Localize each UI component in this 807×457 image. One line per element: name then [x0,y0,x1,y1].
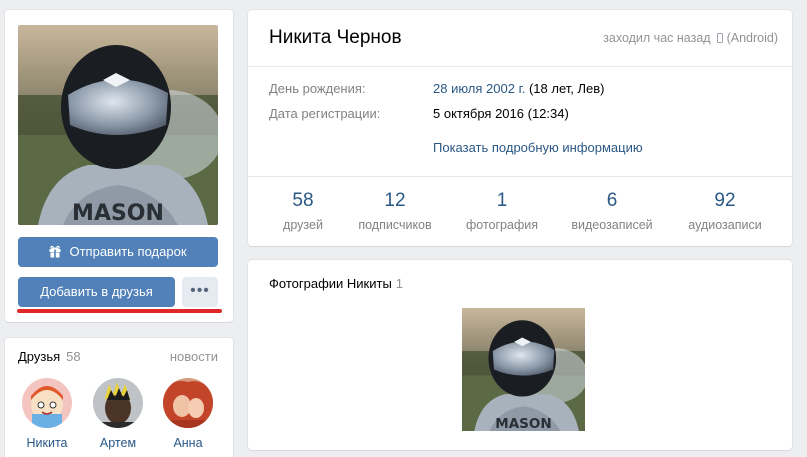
birthday-value: 28 июля 2002 г. (18 лет, Лев) [433,81,605,96]
counter-label: видеозаписей [571,218,653,232]
photos-title: Фотографии Никиты [269,276,392,291]
add-friend-button[interactable]: Добавить в друзья [18,277,175,307]
counter-value: 1 [496,190,508,211]
photos-count: 1 [395,276,404,291]
svg-text:MASON: MASON [72,201,164,225]
counter-label: подписчиков [358,218,432,232]
online-status-text: заходил час назад [603,31,711,45]
friend-name: Никита [26,436,68,450]
friend-avatar [93,378,143,428]
photos-header[interactable]: Фотографии Никиты 1 [269,276,403,291]
more-actions-button[interactable]: ••• [182,277,218,307]
send-gift-label: Отправить подарок [69,244,187,259]
counter-audio[interactable]: 92 аудиозаписи [678,190,772,232]
counter-label: друзей [283,218,323,232]
counter-photos[interactable]: 1 фотография [458,190,546,232]
counter-value: 58 [292,190,314,211]
counter-label: аудиозаписи [688,218,762,232]
profile-avatar[interactable]: MASON [18,25,218,225]
friend-name: Артем [99,436,137,450]
friend-item[interactable]: Артем [88,378,148,450]
friend-item[interactable]: Анна [158,378,218,450]
friend-avatar [22,378,72,428]
friend-item[interactable]: Никита [17,378,77,450]
counter-subscribers[interactable]: 12 подписчиков [350,190,440,232]
friends-count: 58 [66,349,81,364]
friend-avatar [163,378,213,428]
avatar-card: MASON Отправить подарок Добавить в друзь… [5,10,233,322]
friend-name: Анна [173,436,203,450]
header-divider [248,66,792,67]
photos-card: Фотографии Никиты 1 MASON [248,260,792,450]
friends-header[interactable]: Друзья 58 [18,349,81,364]
profile-name: Никита Чернов [269,27,402,48]
avatar-image: MASON [18,25,218,225]
counter-value: 92 [714,190,736,211]
counter-videos[interactable]: 6 видеозаписей [562,190,662,232]
counter-value: 6 [606,190,618,211]
highlight-underline [17,309,222,313]
counter-label: фотография [466,218,538,232]
counters-divider [248,176,792,177]
show-details-link[interactable]: Показать подробную информацию [433,140,643,155]
send-gift-button[interactable]: Отправить подарок [18,237,218,267]
counter-value: 12 [384,190,406,211]
friends-card: Друзья 58 новости Никита Артем Анна [5,338,233,457]
counter-friends[interactable]: 58 друзей [268,190,338,232]
birthday-label: День рождения: [269,81,366,96]
gift-icon [49,245,61,258]
svg-text:MASON: MASON [495,416,551,431]
photo-image: MASON [462,308,585,431]
profile-info-card: Никита Чернов заходил час назад (Android)… [248,10,792,246]
online-status: заходил час назад (Android) [603,31,778,45]
friends-news-link[interactable]: новости [170,349,218,364]
friends-title: Друзья [18,349,61,364]
photo-thumbnail[interactable]: MASON [462,308,585,431]
birthday-date-link[interactable]: 28 июля 2002 г. [433,81,525,96]
birthday-extra: (18 лет, Лев) [528,81,605,96]
registration-value: 5 октября 2016 (12:34) [433,106,569,121]
online-device: (Android) [726,31,778,45]
registration-label: Дата регистрации: [269,106,381,121]
mobile-phone-icon [716,33,723,43]
